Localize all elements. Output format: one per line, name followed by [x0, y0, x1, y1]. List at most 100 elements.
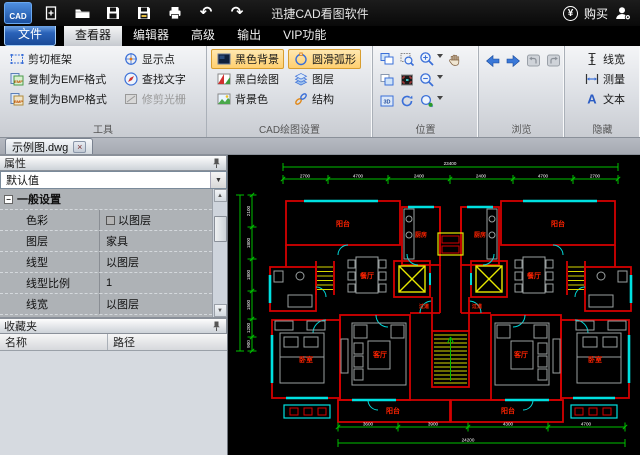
svg-text:厨房: 厨房: [415, 231, 427, 239]
previous-view-button[interactable]: [483, 51, 503, 70]
pan-button[interactable]: [445, 49, 465, 68]
left-panel: 属性 默认值 ▼ − 一般设置 色彩 以图层 图层 家具 线型 以图层 线型比例…: [0, 155, 228, 455]
smooth-arc-toggle[interactable]: 圆滑弧形: [288, 49, 361, 69]
save-button[interactable]: [104, 4, 122, 22]
arrow-right-icon: [506, 54, 520, 67]
tile-windows-button[interactable]: [377, 70, 397, 89]
scroll-down-icon[interactable]: ▼: [213, 304, 227, 317]
view-3d-icon: 3D: [380, 95, 394, 106]
preset-dropdown[interactable]: 默认值 ▼: [0, 171, 227, 189]
layers-button[interactable]: 图层: [288, 69, 361, 89]
trim-raster-button[interactable]: 修剪光栅: [118, 89, 191, 109]
close-document-icon[interactable]: ×: [73, 140, 87, 153]
redo-button[interactable]: ↷: [228, 4, 246, 22]
ribbon-group-browse: 浏览: [478, 46, 564, 137]
svg-text:阳台: 阳台: [386, 406, 400, 415]
property-row-linetype-scale[interactable]: 线型比例 1: [0, 273, 212, 294]
app-logo-icon[interactable]: CAD: [4, 2, 32, 24]
drawing-canvas[interactable]: 23400 2700 4700 2400 2400 4700 2700 2100…: [228, 155, 640, 455]
floor-plan: 23400 2700 4700 2400 2400 4700 2700 2100…: [228, 155, 640, 455]
property-row-linetype[interactable]: 线型 以图层: [0, 252, 212, 273]
properties-header: 属性: [0, 155, 227, 171]
undo-button[interactable]: ↶: [197, 4, 215, 22]
curl-forward-icon: [546, 54, 560, 67]
svg-text:1800: 1800: [246, 237, 251, 248]
open-file-button[interactable]: [73, 4, 91, 22]
svg-text:卧室: 卧室: [299, 355, 313, 364]
zoom-window-button[interactable]: [397, 49, 417, 68]
zoom-extents-button[interactable]: [397, 70, 417, 89]
zoom-realtime-dropdown[interactable]: [437, 96, 443, 103]
document-tab-label: 示例图.dwg: [12, 141, 69, 154]
property-row-color[interactable]: 色彩 以图层: [0, 210, 212, 231]
favorites-pin-icon[interactable]: [211, 320, 222, 332]
property-group-row[interactable]: − 一般设置: [0, 189, 212, 210]
hide-text-button[interactable]: A 文本: [579, 89, 630, 109]
property-scrollbar[interactable]: ▲ ▼: [212, 189, 227, 317]
favorites-list-empty[interactable]: [0, 351, 227, 455]
svg-text:3D: 3D: [383, 99, 390, 105]
svg-text:4700: 4700: [581, 421, 592, 426]
favorites-col-name[interactable]: 名称: [0, 334, 108, 350]
next-view-button[interactable]: [503, 51, 523, 70]
svg-text:餐厅: 餐厅: [526, 271, 541, 280]
favorites-title: 收藏夹: [4, 321, 37, 333]
scrollbar-thumb[interactable]: [213, 216, 227, 242]
svg-text:BMP: BMP: [14, 99, 23, 104]
zoom-out-button[interactable]: [417, 70, 437, 89]
show-points-button[interactable]: 显示点: [118, 49, 191, 69]
zoom-out-dropdown[interactable]: [437, 75, 443, 82]
copy-bmp-button[interactable]: BMP 复制为BMP格式: [4, 89, 112, 109]
collapse-icon[interactable]: −: [4, 194, 13, 204]
print-button[interactable]: [166, 4, 184, 22]
tab-editor[interactable]: 编辑器: [122, 23, 180, 46]
property-row-lineweight[interactable]: 线宽 以图层: [0, 294, 212, 315]
structure-button[interactable]: 结构: [288, 89, 361, 109]
hide-linewidth-button[interactable]: 线宽: [579, 49, 630, 69]
tab-viewer[interactable]: 查看器: [64, 23, 123, 46]
tab-advanced[interactable]: 高级: [180, 23, 226, 46]
crop-frame-button[interactable]: 剪切框架: [4, 49, 112, 69]
new-file-button[interactable]: [42, 4, 60, 22]
background-color-button[interactable]: 背景色: [211, 89, 284, 109]
zoom-in-button[interactable]: [417, 49, 437, 68]
cascade-windows-icon: [380, 52, 394, 64]
svg-text:4700: 4700: [353, 173, 364, 178]
emf-file-icon: EMF: [10, 73, 24, 86]
document-tab[interactable]: 示例图.dwg ×: [5, 138, 94, 154]
ribbon: 剪切框架 EMF 复制为EMF格式 BMP 复制为BMP格式 显示点 查找文字 …: [0, 46, 640, 138]
property-row-layer[interactable]: 图层 家具: [0, 231, 212, 252]
svg-text:4700: 4700: [538, 173, 549, 178]
view-back-button-disabled[interactable]: [523, 51, 543, 70]
title-bar: CAD ↶ ↷ 迅捷CAD看图软件 ¥ 购买: [0, 0, 640, 26]
zoom-out-icon: [420, 72, 434, 87]
cascade-windows-button[interactable]: [377, 49, 397, 68]
svg-text:2400: 2400: [476, 173, 487, 178]
refresh-view-button[interactable]: [397, 91, 417, 110]
color-swatch: [106, 215, 115, 225]
copy-emf-button[interactable]: EMF 复制为EMF格式: [4, 69, 112, 89]
favorites-col-path[interactable]: 路径: [108, 334, 227, 350]
view-forward-button-disabled[interactable]: [543, 51, 563, 70]
bw-drawing-button[interactable]: 黑白绘图: [211, 69, 284, 89]
buy-button[interactable]: 购买: [584, 5, 608, 22]
user-account-icon[interactable]: [614, 5, 632, 22]
save-as-button[interactable]: [135, 4, 153, 22]
svg-text:过道: 过道: [472, 303, 482, 310]
crop-frame-icon: [10, 54, 24, 64]
group-label-position: 位置: [415, 125, 436, 136]
tab-output[interactable]: 输出: [226, 23, 272, 46]
hide-measure-button[interactable]: 测量: [579, 69, 630, 89]
document-tab-bar: 示例图.dwg ×: [0, 138, 640, 155]
view-3d-button[interactable]: 3D: [377, 91, 397, 110]
scroll-up-icon[interactable]: ▲: [213, 189, 227, 202]
titlebar-right: ¥ 购买: [562, 5, 632, 22]
find-text-button[interactable]: 查找文字: [118, 69, 191, 89]
svg-text:厨房: 厨房: [474, 231, 486, 239]
black-background-toggle[interactable]: 黑色背景: [211, 49, 284, 69]
ribbon-group-hide: 线宽 测量 A 文本 隐藏: [564, 46, 640, 137]
zoom-realtime-button[interactable]: [417, 91, 437, 110]
tab-vip[interactable]: VIP功能: [272, 23, 337, 46]
properties-pin-icon[interactable]: [211, 157, 222, 169]
zoom-in-dropdown[interactable]: [437, 54, 443, 61]
